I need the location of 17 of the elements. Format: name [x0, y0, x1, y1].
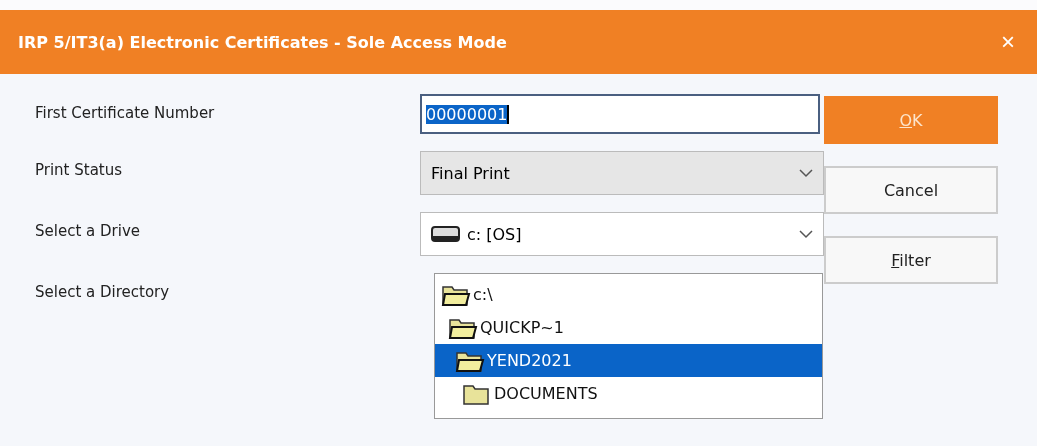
- drive-icon: [431, 225, 461, 243]
- chevron-down-icon: [799, 168, 813, 178]
- field-label: First Certificate Number: [35, 103, 216, 122]
- directory-item[interactable]: QUICKP~1: [435, 311, 822, 344]
- dialog-button[interactable]: Cancel: [824, 166, 998, 214]
- directory-item[interactable]: YEND2021: [435, 344, 822, 377]
- directory-item[interactable]: DOCUMENTS: [435, 377, 822, 410]
- field-label: Print Status: [35, 160, 124, 179]
- dialog-button[interactable]: Filter: [824, 236, 998, 284]
- drive-dropdown[interactable]: c: [OS]: [420, 212, 824, 256]
- certificate-number-field[interactable]: 00000001: [420, 94, 820, 134]
- field-label: Select a Directory: [35, 282, 171, 301]
- chevron-down-icon: [799, 229, 813, 239]
- window-title: IRP 5/IT3(a) Electronic Certificates - Sole Access Mode: [18, 32, 507, 52]
- directory-item[interactable]: c:\: [435, 278, 822, 311]
- directory-list[interactable]: c:\ QUICKP~1 YEND2021 DOCUMENTS: [434, 273, 823, 419]
- field-label: Select a Drive: [35, 221, 141, 240]
